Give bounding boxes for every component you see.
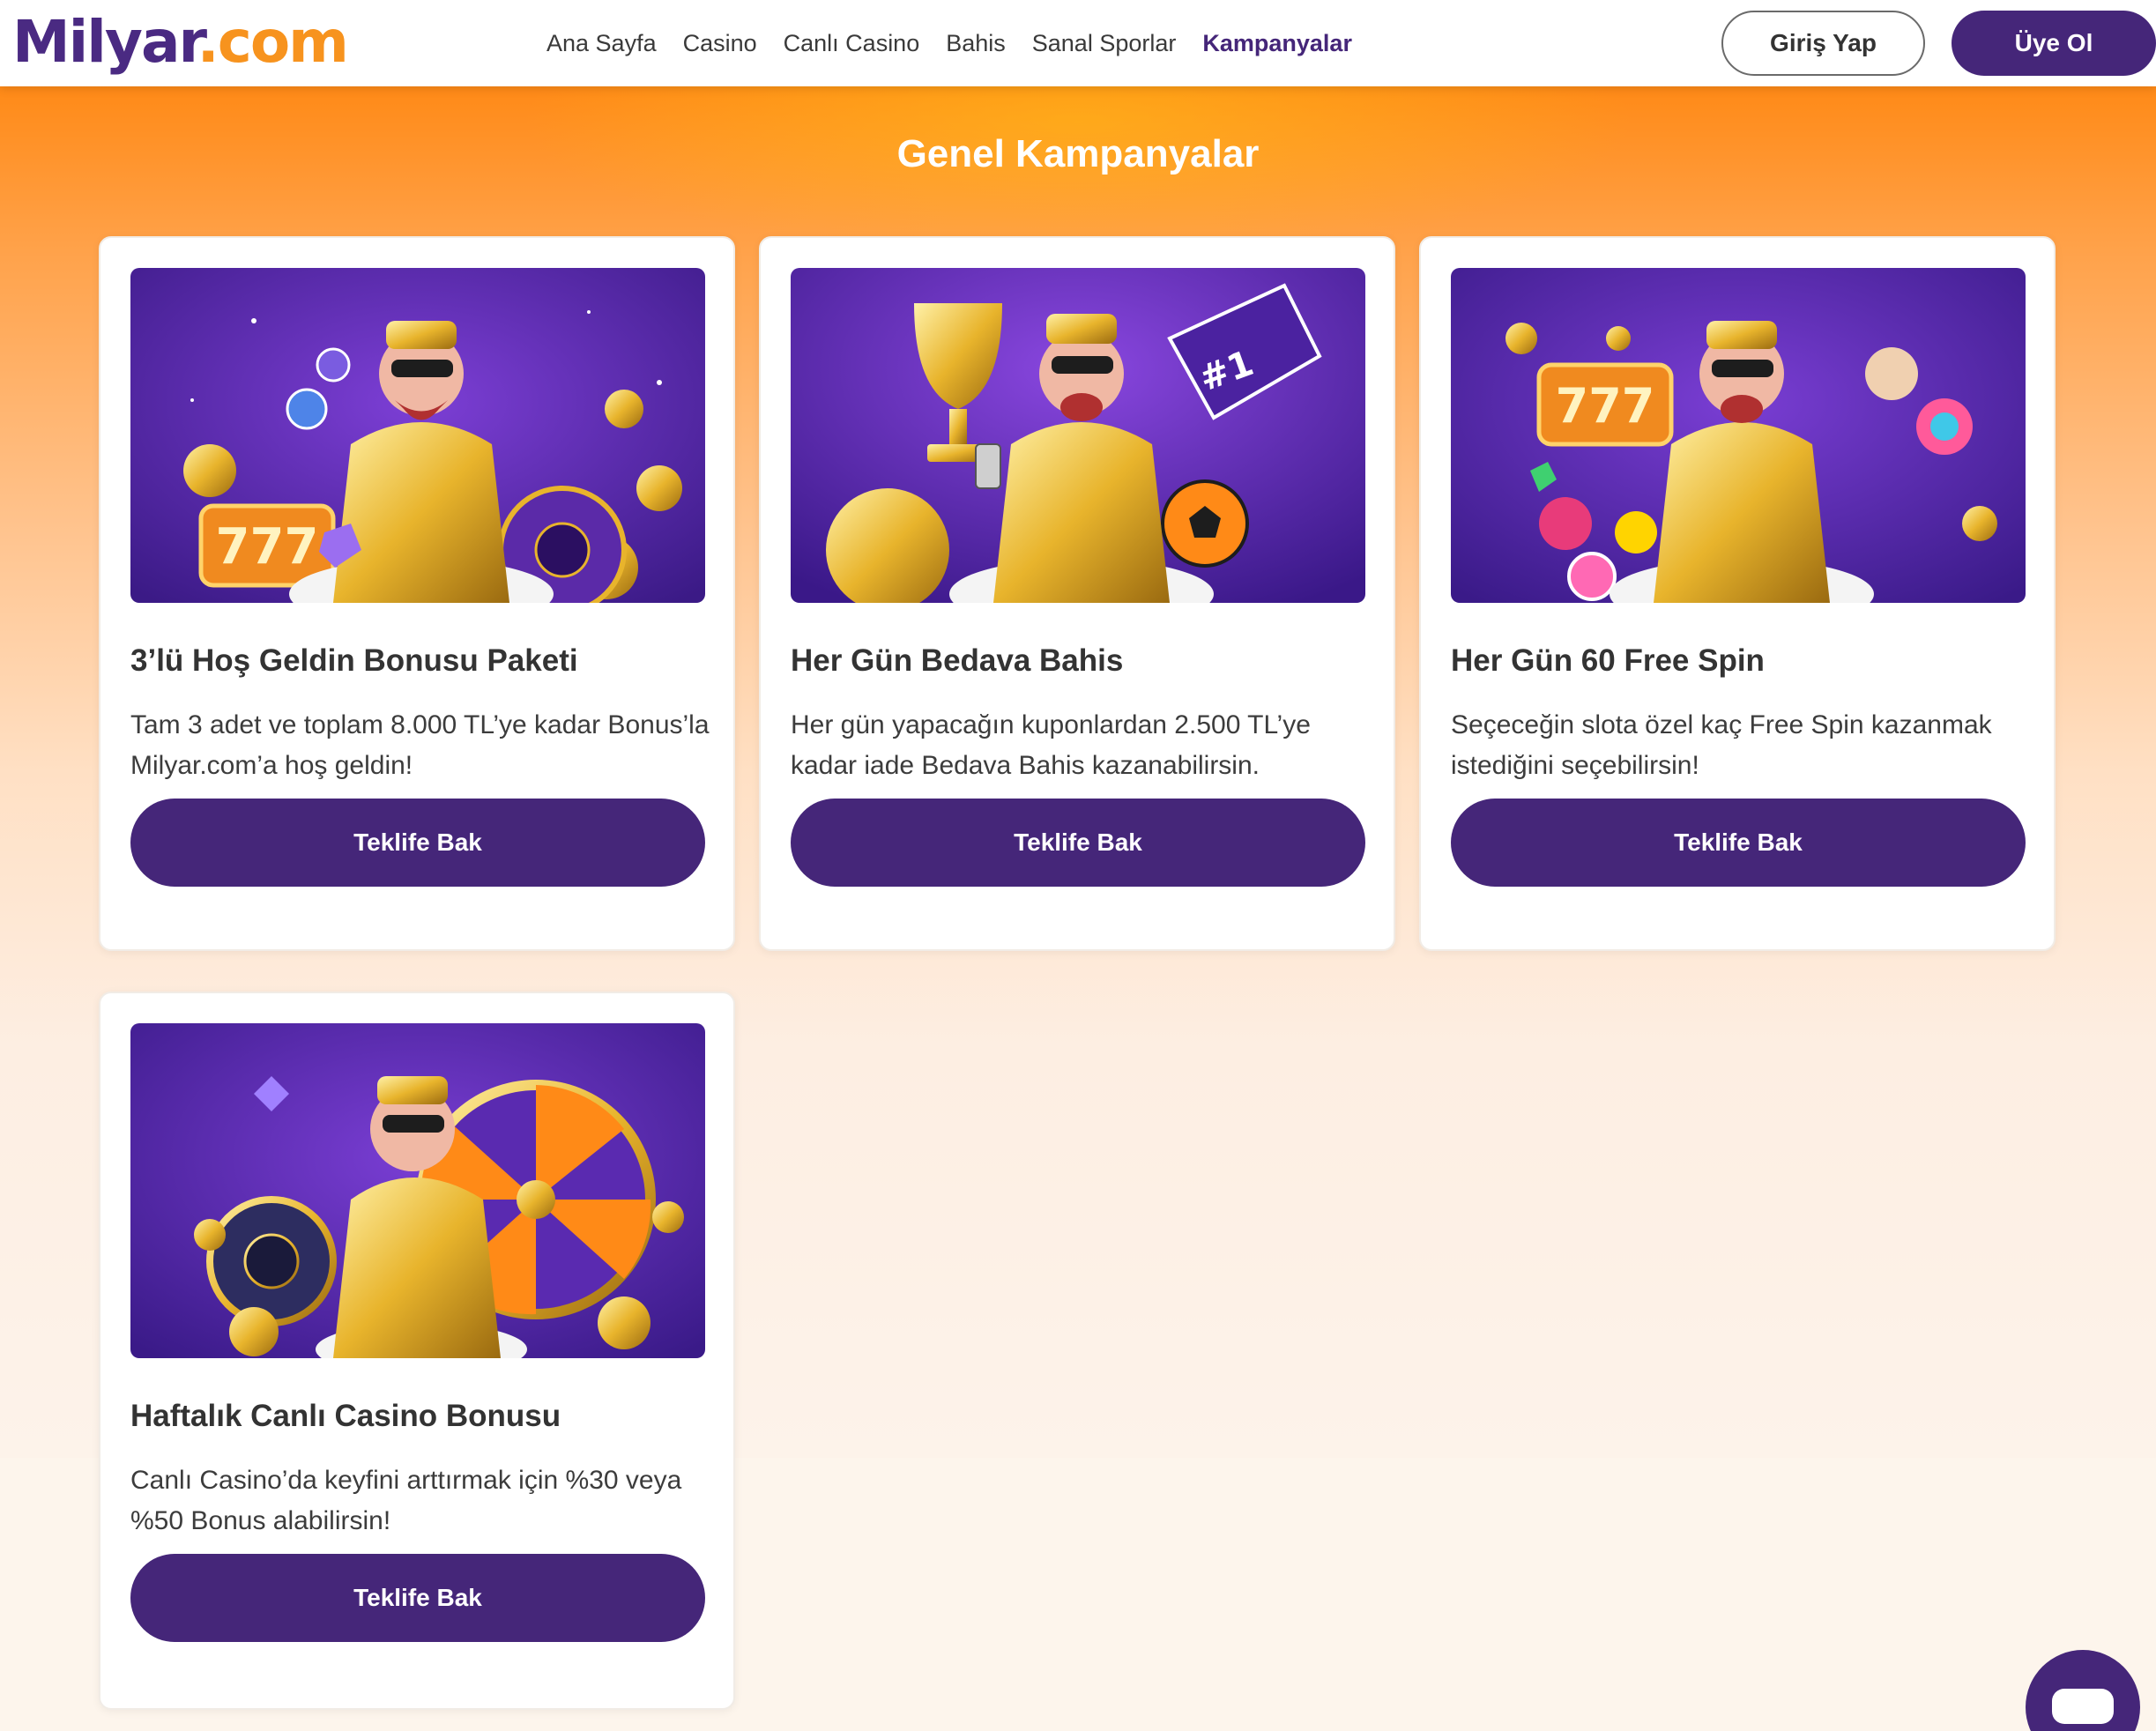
view-offer-button[interactable]: Teklife Bak — [130, 1554, 705, 1642]
view-offer-button[interactable]: Teklife Bak — [1451, 799, 2026, 887]
promo-image-free-bet: #1 — [791, 268, 1365, 603]
promo-image-live-casino — [130, 1023, 705, 1358]
main-nav: Ana Sayfa Casino Canlı Casino Bahis Sana… — [546, 0, 1379, 86]
register-button[interactable]: Üye Ol — [1952, 11, 2156, 76]
view-offer-button[interactable]: Teklife Bak — [791, 799, 1365, 887]
logo-text-milyar: Milyar — [12, 8, 199, 76]
promo-illustration-slot-machine: 777 — [1451, 268, 2026, 603]
promo-card-free-bet: #1 Her Gün Bedava Bahis Her gün yapacağı… — [759, 236, 1395, 951]
promo-description: Her gün yapacağın kuponlardan 2.500 TL’y… — [791, 710, 1311, 780]
promo-illustration-casino-chips: 777 — [130, 268, 705, 603]
promo-card-live-casino: Haftalık Canlı Casino Bonusu Canlı Casin… — [99, 992, 735, 1710]
promo-card-welcome-bonus: 777 3’lü Hoş Geldin Bonusu Paketi Tam 3 … — [99, 236, 735, 951]
logo-text-com: .com — [197, 8, 349, 76]
promo-illustration-sports-trophy: #1 — [791, 268, 1365, 603]
promo-title: 3’lü Hoş Geldin Bonusu Paketi — [130, 643, 578, 678]
promo-description: Seçeceğin slota özel kaç Free Spin kazan… — [1451, 710, 1992, 780]
nav-item-bahis[interactable]: Bahis — [946, 30, 1006, 57]
nav-item-sanal-sporlar[interactable]: Sanal Sporlar — [1032, 30, 1177, 57]
promo-title: Her Gün 60 Free Spin — [1451, 643, 1765, 678]
login-button[interactable]: Giriş Yap — [1721, 11, 1925, 76]
chat-icon-glyph — [2052, 1689, 2114, 1724]
nav-item-casino[interactable]: Casino — [683, 30, 757, 57]
milyar-logo[interactable]: Milyar.com — [12, 4, 349, 81]
promo-image-welcome-bonus: 777 — [130, 268, 705, 603]
view-offer-button[interactable]: Teklife Bak — [130, 799, 705, 887]
svg-text:777: 777 — [216, 518, 319, 576]
promo-card-free-spin: 777 Her Gün 60 Free Spin Seçeceğin slota… — [1419, 236, 2056, 951]
promo-title: Haftalık Canlı Casino Bonusu — [130, 1399, 561, 1433]
promo-title: Her Gün Bedava Bahis — [791, 643, 1124, 678]
promo-description: Tam 3 adet ve toplam 8.000 TL’ye kadar B… — [130, 710, 710, 780]
promo-description: Canlı Casino’da keyfini arttırmak için %… — [130, 1466, 682, 1535]
nav-item-ana-sayfa[interactable]: Ana Sayfa — [546, 30, 657, 57]
promo-illustration-wheel-roulette — [130, 1023, 705, 1358]
svg-text:777: 777 — [1556, 378, 1655, 434]
nav-item-canli-casino[interactable]: Canlı Casino — [784, 30, 920, 57]
section-title: Genel Kampanyalar — [896, 132, 1260, 175]
site-header: Milyar.com Ana Sayfa Casino Canlı Casino… — [0, 0, 2156, 86]
nav-item-kampanyalar[interactable]: Kampanyalar — [1202, 30, 1352, 57]
promo-image-free-spin: 777 — [1451, 268, 2026, 603]
